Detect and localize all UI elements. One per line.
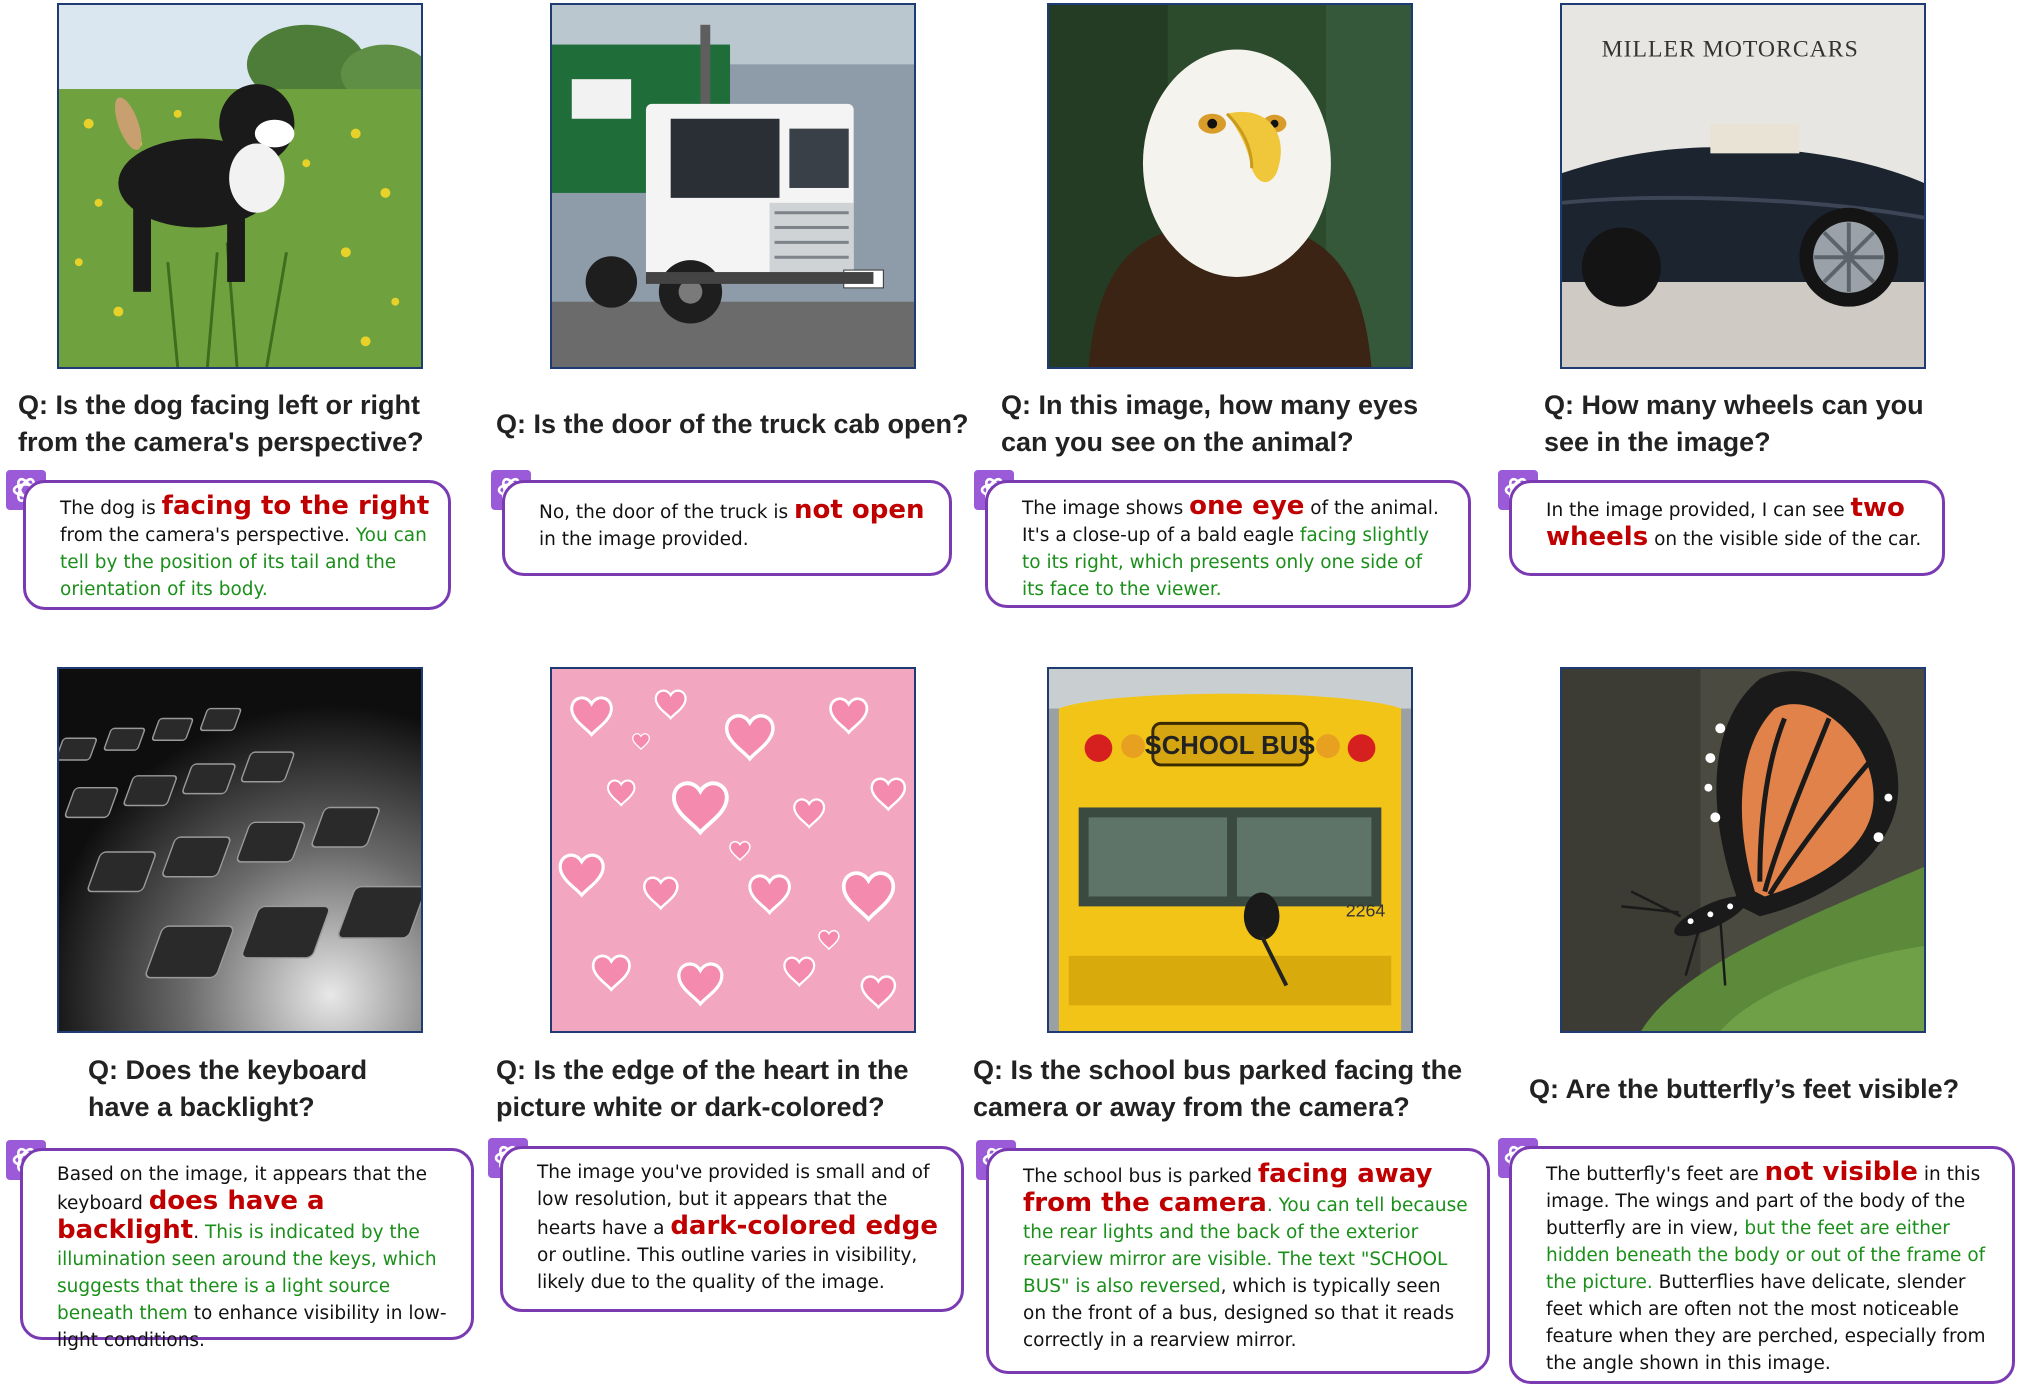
keyboard-photo bbox=[57, 667, 423, 1033]
butterfly-photo bbox=[1560, 667, 1926, 1033]
answer-highlight: not open bbox=[794, 495, 925, 525]
question-dog: Q: Is the dog facing left or right from … bbox=[18, 390, 424, 457]
bus-sign: SCHOOL BUS bbox=[1145, 732, 1316, 760]
answer-text: No, the door of the truck is bbox=[539, 502, 794, 523]
answer-bubble-eagle: The image shows one eye of the animal. I… bbox=[985, 480, 1471, 608]
dog-photo bbox=[57, 3, 423, 369]
school-bus-photo: SCHOOL BUS 2264 bbox=[1047, 667, 1413, 1033]
answer-bubble-dog: The dog is facing to the right from the … bbox=[23, 480, 451, 610]
answer-bubble-bus: The school bus is parked facing away fro… bbox=[986, 1148, 1490, 1374]
answer-text: The butterfly's feet are bbox=[1546, 1164, 1765, 1185]
truck-photo bbox=[550, 3, 916, 369]
question-eagle: Q: In this image, how many eyes can you … bbox=[1001, 390, 1419, 457]
answer-bubble-butterfly: The butterfly's feet are not visible in … bbox=[1509, 1146, 2015, 1384]
car-photo: MILLER MOTORCARS bbox=[1560, 3, 1926, 369]
answer-highlight: dark-colored edge bbox=[670, 1211, 939, 1241]
question-butterfly: Q: Are the butterfly’s feet visible? bbox=[1529, 1074, 1960, 1104]
bus-number: 2264 bbox=[1346, 900, 1386, 920]
question-car: Q: How many wheels can you see in the im… bbox=[1544, 390, 1924, 457]
answer-text: The dog is bbox=[60, 498, 162, 519]
answer-highlight: not visible bbox=[1764, 1157, 1918, 1187]
answer-bubble-car: In the image provided, I can see two whe… bbox=[1509, 480, 1945, 576]
answer-highlight: facing to the right bbox=[161, 491, 430, 521]
answer-text: on the visible side of the car. bbox=[1648, 529, 1922, 550]
question-keyboard: Q: Does the keyboard have a backlight? bbox=[88, 1055, 368, 1122]
answer-bubble-keyboard: Based on the image, it appears that the … bbox=[20, 1148, 474, 1351]
question-bus: Q: Is the school bus parked facing the c… bbox=[973, 1055, 1463, 1122]
answer-text: in the image provided. bbox=[539, 529, 749, 550]
answer-text: The school bus is parked bbox=[1023, 1166, 1258, 1187]
answer-text: . bbox=[193, 1222, 205, 1243]
question-truck: Q: Is the door of the truck cab open? bbox=[496, 409, 969, 439]
answer-bubble-hearts: The image you've provided is small and o… bbox=[500, 1146, 964, 1312]
eagle-photo bbox=[1047, 3, 1413, 369]
answer-text: In the image provided, I can see bbox=[1546, 500, 1851, 521]
answer-text: or outline. This outline varies in visib… bbox=[537, 1245, 918, 1293]
answer-text: The image shows bbox=[1022, 498, 1190, 519]
dealer-sign: MILLER MOTORCARS bbox=[1602, 36, 1859, 62]
answer-bubble-truck: No, the door of the truck is not open in… bbox=[502, 480, 952, 576]
answer-highlight: one eye bbox=[1189, 491, 1305, 521]
answer-text: from the camera's perspective. bbox=[60, 525, 356, 546]
question-hearts: Q: Is the edge of the heart in the pictu… bbox=[496, 1055, 909, 1122]
hearts-photo bbox=[550, 667, 916, 1033]
